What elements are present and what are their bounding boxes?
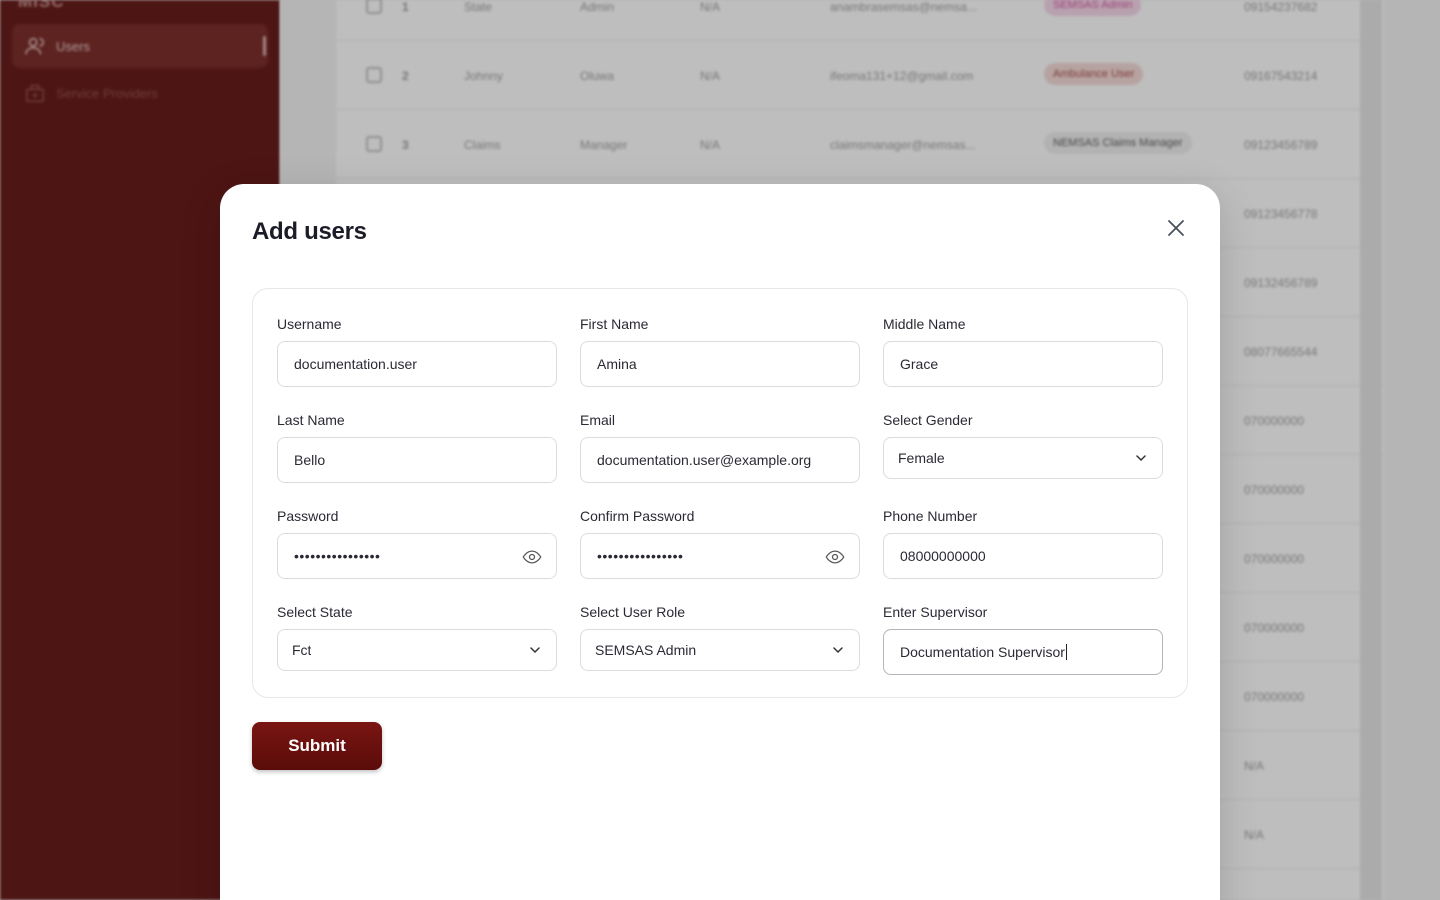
username-value: documentation.user (294, 356, 417, 372)
middle-name-input[interactable]: Grace (883, 341, 1163, 387)
email-input[interactable]: documentation.user@example.org (580, 437, 860, 483)
eye-icon[interactable] (825, 547, 845, 567)
add-users-modal: Add users Username documentation.user Fi… (220, 184, 1220, 900)
email-label: Email (580, 412, 616, 428)
close-icon (1168, 220, 1184, 236)
last-name-value: Bello (294, 452, 326, 468)
password-input[interactable]: •••••••••••••••• (277, 533, 557, 579)
eye-icon[interactable] (522, 547, 542, 567)
supervisor-label: Enter Supervisor (883, 604, 988, 620)
confirm-password-input[interactable]: •••••••••••••••• (580, 533, 860, 579)
password-label: Password (277, 508, 339, 524)
confirm-password-field-group: Confirm Password •••••••••••••••• (580, 507, 860, 579)
supervisor-input[interactable]: Documentation Supervisor (883, 629, 1163, 675)
modal-title: Add users (252, 218, 367, 245)
gender-label: Select Gender (883, 412, 973, 428)
close-button[interactable] (1164, 216, 1188, 240)
chevron-down-icon (833, 647, 843, 654)
username-field-group: Username documentation.user (277, 315, 557, 387)
supervisor-value: Documentation Supervisor (900, 644, 1065, 660)
middle-name-label: Middle Name (883, 316, 966, 332)
gender-field-group: Select Gender Female (883, 411, 1163, 479)
last-name-field-group: Last Name Bello (277, 411, 557, 483)
first-name-input[interactable]: Amina (580, 341, 860, 387)
role-value: SEMSAS Admin (595, 642, 697, 658)
supervisor-field-group: Enter Supervisor Documentation Superviso… (883, 603, 1163, 675)
phone-field-group: Phone Number 08000000000 (883, 507, 1163, 579)
state-label: Select State (277, 604, 353, 620)
first-name-value: Amina (597, 356, 637, 372)
role-select[interactable]: SEMSAS Admin (580, 629, 860, 671)
phone-value: 08000000000 (900, 548, 986, 564)
submit-button[interactable]: Submit (252, 722, 382, 770)
user-form: Username documentation.user First Name A… (252, 288, 1188, 698)
confirm-password-label: Confirm Password (580, 508, 695, 524)
phone-label: Phone Number (883, 508, 978, 524)
role-label: Select User Role (580, 604, 686, 620)
last-name-input[interactable]: Bello (277, 437, 557, 483)
middle-name-value: Grace (900, 356, 939, 372)
email-value: documentation.user@example.org (597, 452, 812, 468)
email-field-group: Email documentation.user@example.org (580, 411, 860, 483)
chevron-down-icon (1136, 455, 1146, 462)
first-name-label: First Name (580, 316, 649, 332)
gender-select[interactable]: Female (883, 437, 1163, 479)
first-name-field-group: First Name Amina (580, 315, 860, 387)
chevron-down-icon (530, 647, 540, 654)
role-field-group: Select User Role SEMSAS Admin (580, 603, 860, 671)
phone-input[interactable]: 08000000000 (883, 533, 1163, 579)
state-select[interactable]: Fct (277, 629, 557, 671)
confirm-password-value: •••••••••••••••• (597, 548, 684, 564)
middle-name-field-group: Middle Name Grace (883, 315, 1163, 387)
gender-value: Female (898, 450, 945, 466)
username-label: Username (277, 316, 342, 332)
last-name-label: Last Name (277, 412, 345, 428)
password-field-group: Password •••••••••••••••• (277, 507, 557, 579)
password-value: •••••••••••••••• (294, 548, 381, 564)
state-value: Fct (292, 642, 312, 658)
username-input[interactable]: documentation.user (277, 341, 557, 387)
text-caret (1065, 644, 1067, 660)
state-field-group: Select State Fct (277, 603, 557, 671)
